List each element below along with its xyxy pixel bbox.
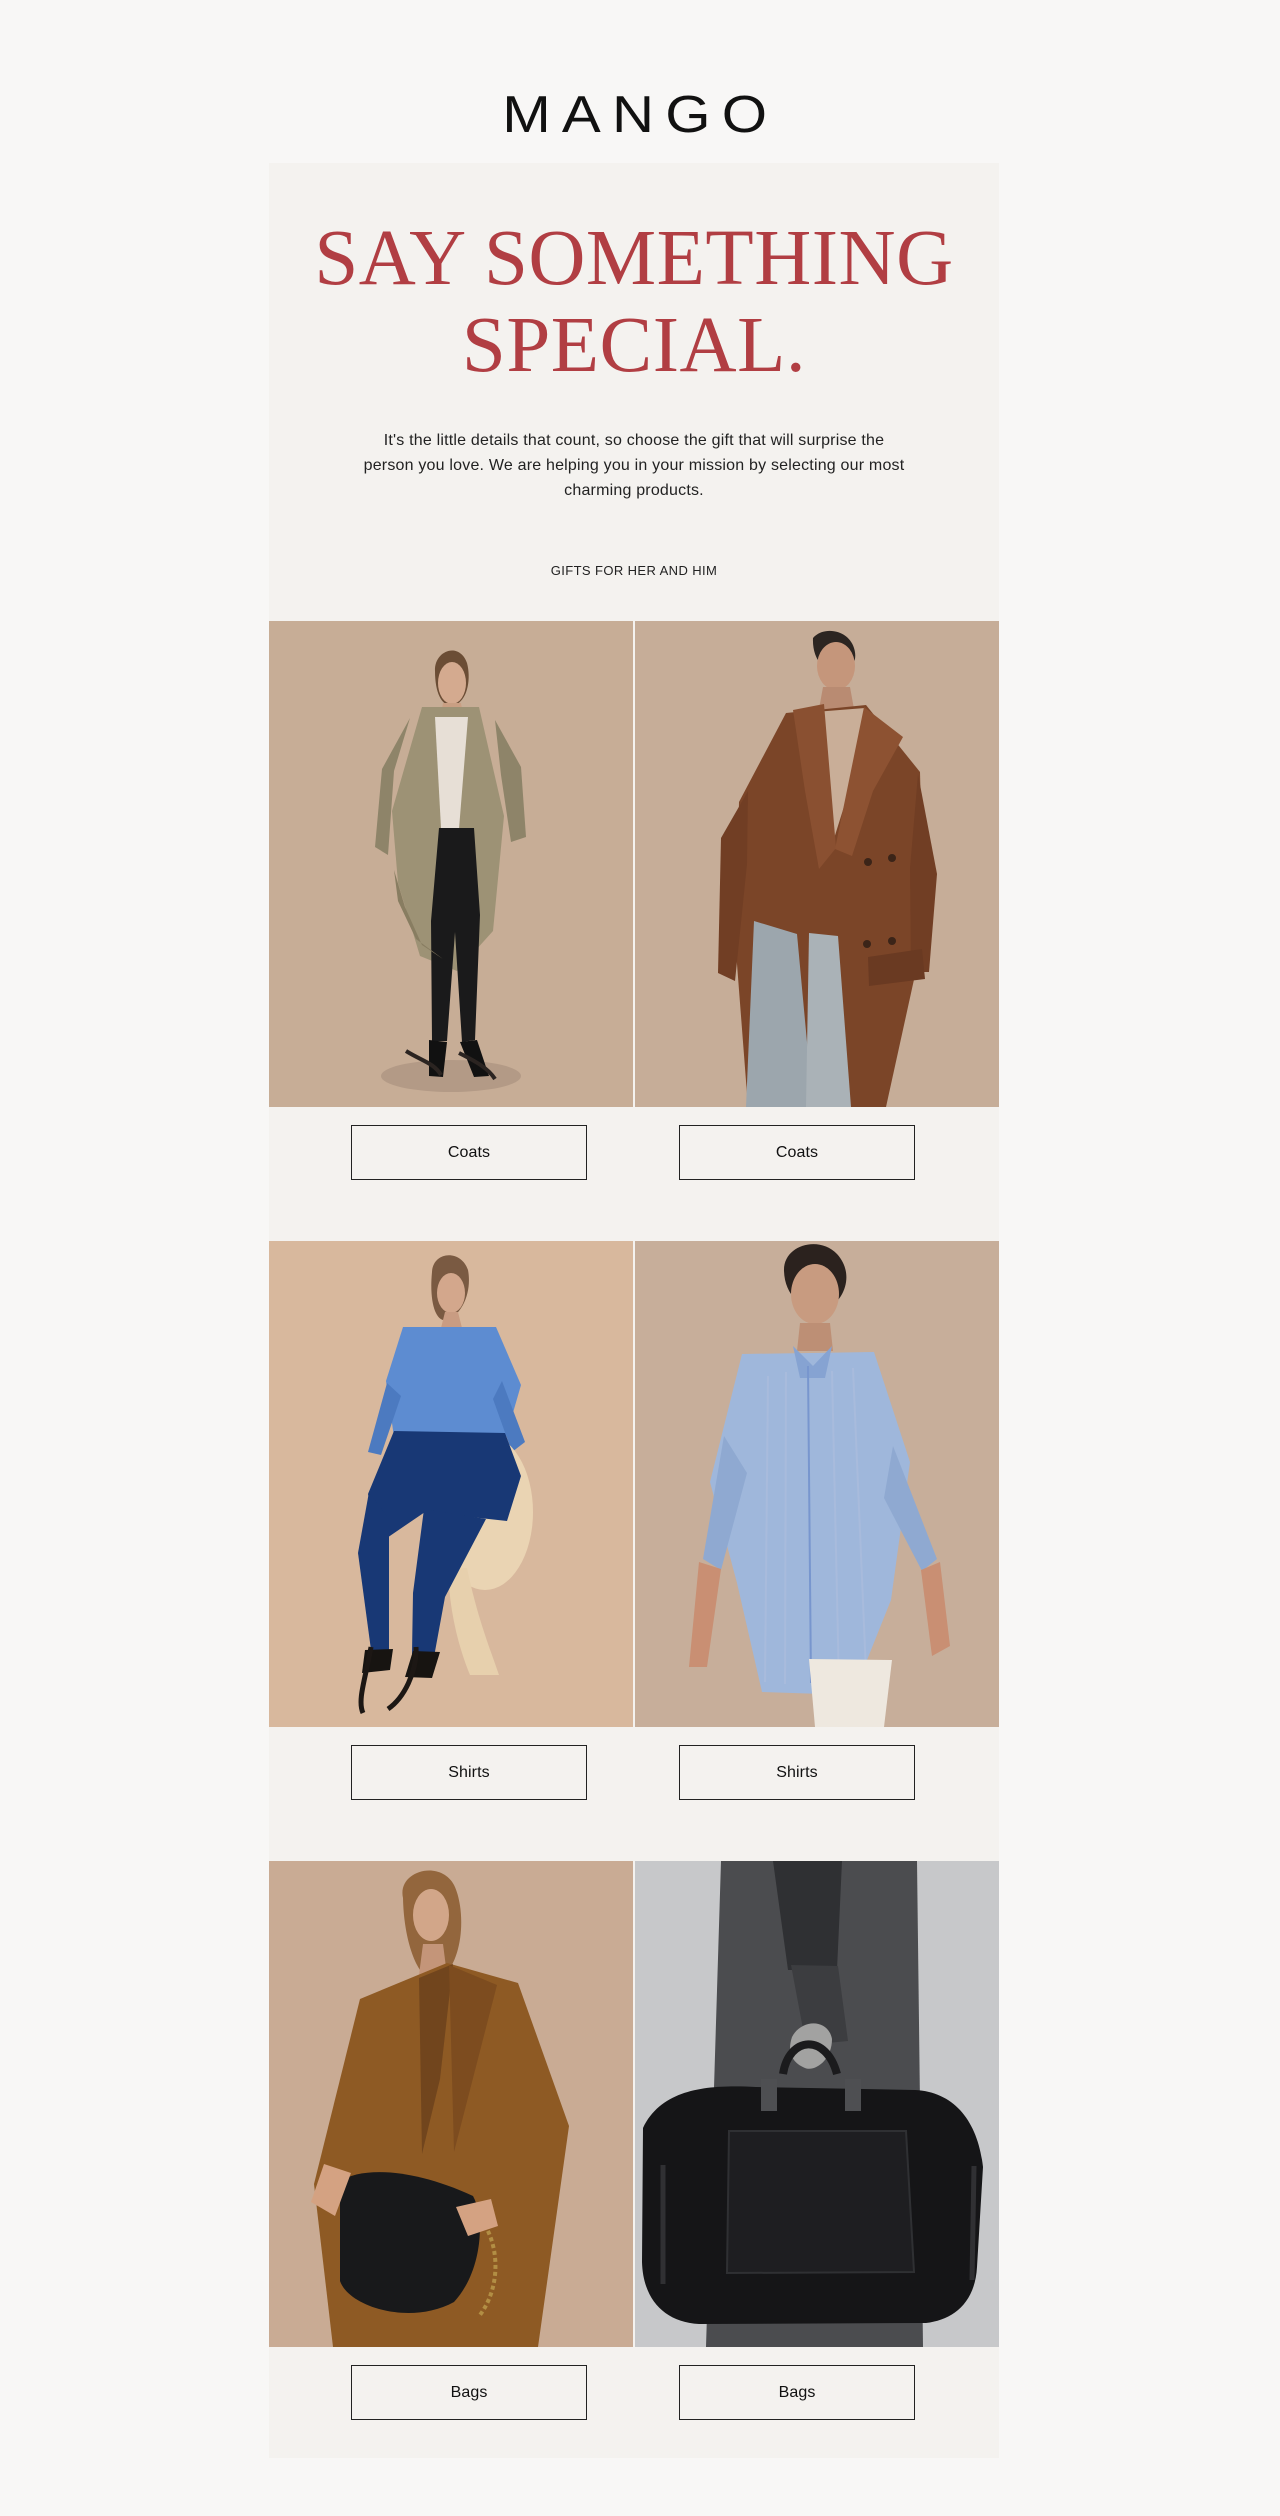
man-coat-photo[interactable] [635,621,999,1107]
woman-shirt-photo[interactable] [269,1241,633,1727]
hero-headline-line-1: SAY SOMETHING [314,215,954,302]
man-bag-photo[interactable] [635,1861,999,2347]
shirts-section: Shirts Shirts [269,1241,999,1862]
coats-section: Coats Coats [269,621,999,1242]
product-card-shirt-women: Shirts [269,1241,633,1806]
email-page: MANGO SAY SOMETHING SPECIAL. It's the li… [0,0,1280,2516]
woman-coat-photo[interactable] [269,621,633,1107]
coats-button-women[interactable]: Coats [351,1125,587,1180]
email-body: SAY SOMETHING SPECIAL. It's the little d… [269,163,999,2458]
hero-headline: SAY SOMETHING SPECIAL. [269,215,999,389]
hero-intro: It's the little details that count, so c… [363,432,905,499]
hero-headline-line-2: SPECIAL. [461,302,807,389]
shirts-button-women[interactable]: Shirts [351,1745,587,1800]
hero-section: SAY SOMETHING SPECIAL. It's the little d… [269,163,999,621]
woman-bag-image [269,1861,633,2347]
woman-coat-image [269,621,633,1107]
man-shirt-photo[interactable] [635,1241,999,1727]
woman-shirt-image [269,1241,633,1727]
preheader-text [0,48,1280,56]
bags-button-men[interactable]: Bags [679,2365,915,2420]
product-card-coat-women: Coats [269,621,633,1186]
woman-bag-photo[interactable] [269,1861,633,2347]
shirts-button-men[interactable]: Shirts [679,1745,915,1800]
mango-logo: MANGO [501,86,779,144]
bags-section: Bags Bags [269,1861,999,2482]
man-shirt-image [635,1241,999,1727]
man-bag-image [635,1861,999,2347]
product-card-bag-women: Bags [269,1861,633,2426]
bags-button-women[interactable]: Bags [351,2365,587,2420]
gifts-for-her-and-him-link[interactable]: GIFTS FOR HER AND HIM [269,563,999,579]
product-card-shirt-men: Shirts [635,1241,999,1806]
brand-logo-link[interactable]: MANGO [0,86,1280,144]
product-card-bag-men: Bags [635,1861,999,2426]
man-coat-image [635,621,999,1107]
coats-button-men[interactable]: Coats [679,1125,915,1180]
product-card-coat-men: Coats [635,621,999,1186]
